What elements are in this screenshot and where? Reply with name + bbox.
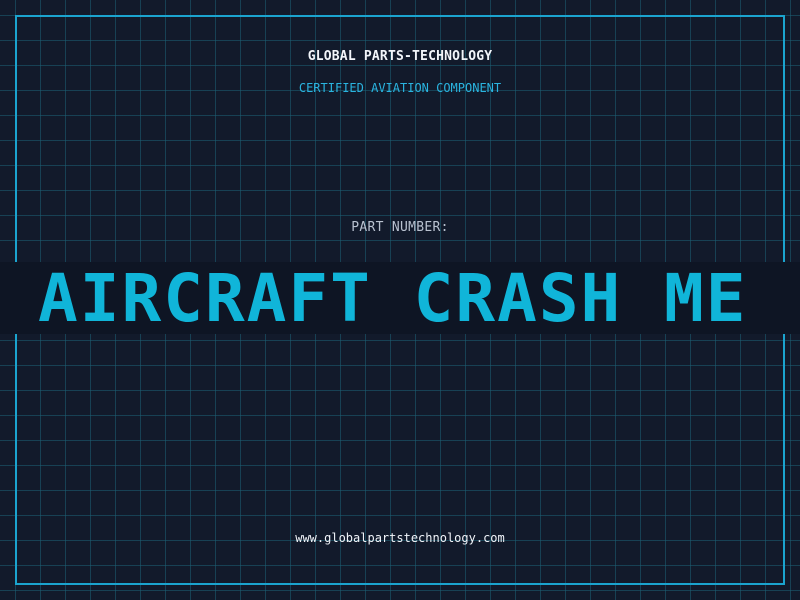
certification-subtitle: CERTIFIED AVIATION COMPONENT xyxy=(298,81,502,95)
part-number-banner: AIRCRAFT CRASH ME xyxy=(0,262,800,334)
part-number-value: AIRCRAFT CRASH ME xyxy=(38,262,748,334)
part-number-label: PART NUMBER: xyxy=(351,220,449,235)
website-url: www.globalpartstechnology.com xyxy=(295,531,505,545)
company-name: GLOBAL PARTS-TECHNOLOGY xyxy=(307,49,493,64)
